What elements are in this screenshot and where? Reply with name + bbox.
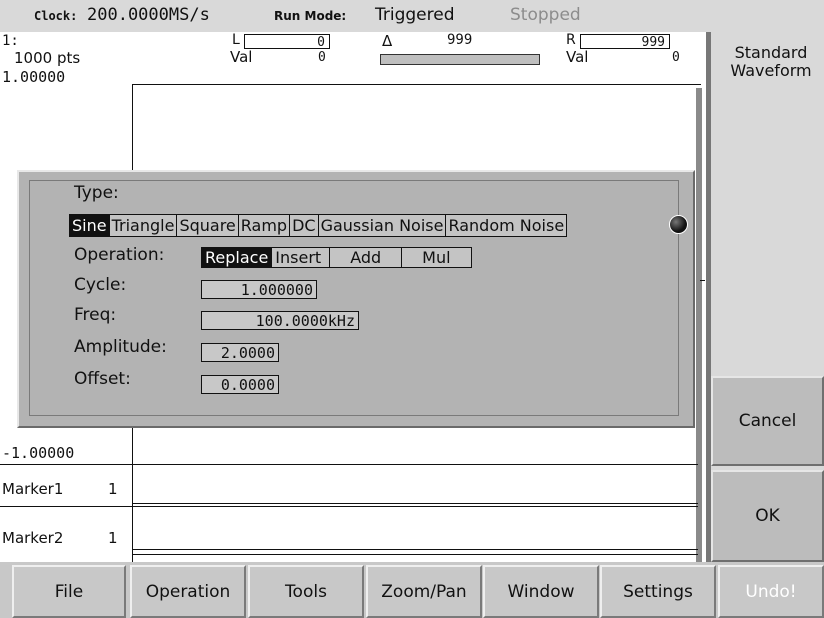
operation-insert[interactable]: Insert [272, 248, 331, 267]
plot-bottom-line [133, 554, 698, 555]
marker2-label: Marker2 [2, 529, 64, 547]
vertical-scrollbar[interactable] [696, 88, 702, 562]
menu-operation[interactable]: Operation [130, 565, 246, 618]
status-bar: Clock: 200.0000MS/s Run Mode: Triggered … [0, 0, 824, 32]
right-val-value: 0 [672, 50, 680, 65]
delta-label: Δ [382, 32, 393, 50]
offset-label: Offset: [74, 369, 131, 389]
operation-replace[interactable]: Replace [202, 248, 273, 267]
menu-tools[interactable]: Tools [248, 565, 364, 618]
type-dc[interactable]: DC [290, 215, 319, 236]
scroll-tick [700, 280, 705, 281]
channel-label: 1: [2, 33, 19, 49]
marker-divider-2 [0, 506, 698, 507]
marker1-trace [133, 503, 698, 504]
marker-divider [0, 464, 698, 465]
type-random-noise[interactable]: Random Noise [446, 215, 566, 236]
operation-label: Operation: [74, 245, 165, 265]
right-cursor-label: R [566, 32, 576, 48]
menu-file[interactable]: File [12, 565, 126, 618]
run-state: Stopped [510, 5, 581, 25]
cycle-label: Cycle: [74, 275, 127, 295]
operation-selector: Replace Insert Add Mul [201, 247, 472, 268]
side-title: Standard Waveform [730, 43, 812, 80]
cancel-button[interactable]: Cancel [711, 376, 824, 466]
operation-mul[interactable]: Mul [402, 248, 470, 267]
delta-value: 999 [447, 32, 473, 48]
marker2-trace [133, 549, 698, 550]
right-val-label: Val [566, 48, 589, 66]
clock-label: Clock: [34, 9, 78, 23]
amplitude-label: Amplitude: [74, 337, 167, 357]
knob-indicator-icon [669, 215, 688, 234]
menu-settings[interactable]: Settings [600, 565, 716, 618]
marker1-label: Marker1 [2, 480, 64, 498]
cycle-field[interactable]: 1.000000 [201, 280, 317, 299]
type-ramp[interactable]: Ramp [239, 215, 291, 236]
ok-button[interactable]: OK [711, 470, 824, 562]
menu-window[interactable]: Window [483, 565, 599, 618]
points-count: 1000 pts [14, 49, 81, 67]
left-val-value: 0 [318, 50, 326, 65]
y-min-label: -1.00000 [2, 444, 75, 462]
left-val-label: Val [230, 48, 253, 66]
type-triangle[interactable]: Triangle [110, 215, 178, 236]
type-gaussian-noise[interactable]: Gaussian Noise [319, 215, 447, 236]
type-square[interactable]: Square [177, 215, 239, 236]
run-mode-value: Triggered [375, 5, 455, 25]
type-label: Type: [74, 183, 119, 203]
marker2-value: 1 [108, 529, 118, 547]
run-mode-label: Run Mode: [274, 9, 347, 23]
marker1-value: 1 [108, 480, 118, 498]
standard-waveform-dialog: Type: Sine Triangle Square Ramp DC Gauss… [17, 170, 695, 428]
operation-add[interactable]: Add [330, 248, 403, 267]
amplitude-field[interactable]: 2.0000 [201, 343, 279, 362]
offset-field[interactable]: 0.0000 [201, 375, 279, 394]
clock-value: 200.0000MS/s [87, 5, 210, 25]
y-max-label: 1.00000 [2, 68, 66, 86]
cursor-range-bar[interactable] [380, 54, 540, 65]
menu-undo[interactable]: Undo! [718, 565, 824, 618]
right-cursor-field[interactable]: 999 [580, 34, 670, 50]
type-sine[interactable]: Sine [70, 215, 110, 236]
type-selector: Sine Triangle Square Ramp DC Gaussian No… [69, 214, 568, 237]
menu-zoom-pan[interactable]: Zoom/Pan [366, 565, 482, 618]
left-cursor-label: L [232, 32, 240, 48]
freq-field[interactable]: 100.0000kHz [201, 311, 359, 330]
left-cursor-field[interactable]: 0 [244, 34, 330, 50]
freq-label: Freq: [74, 305, 117, 325]
